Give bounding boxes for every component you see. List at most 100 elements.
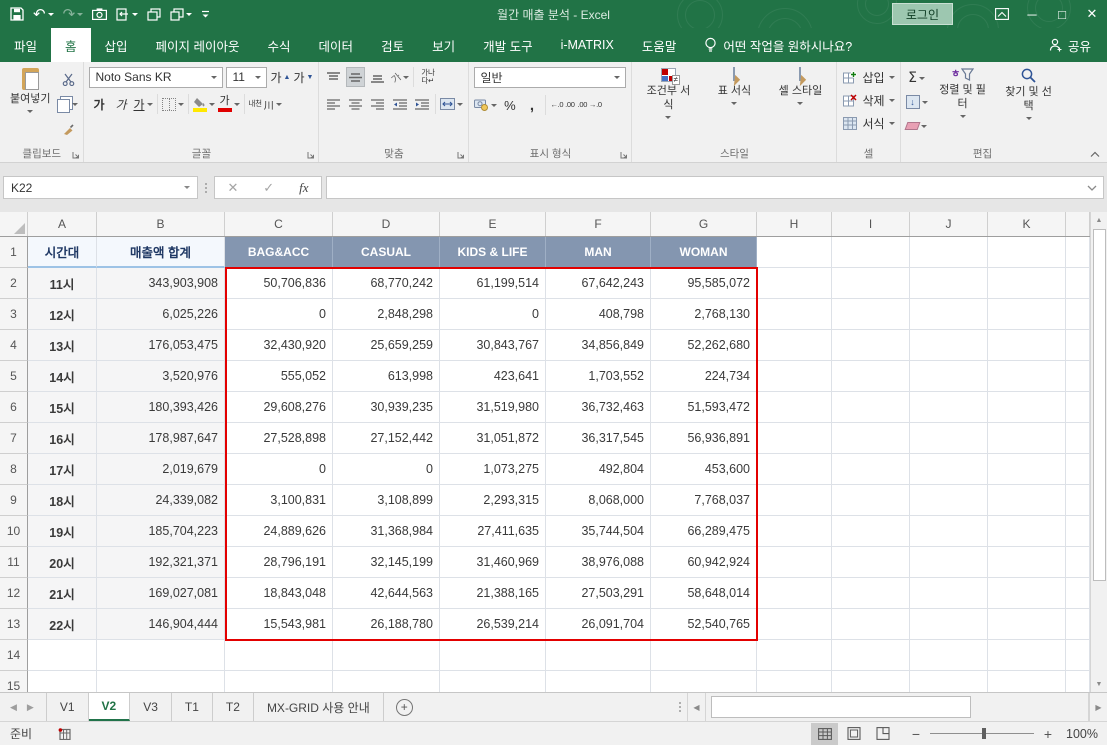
zoom-slider-thumb[interactable] — [982, 728, 986, 739]
column-header-B[interactable]: B — [97, 212, 225, 236]
cell-H4[interactable] — [757, 330, 832, 361]
merge-center-button[interactable] — [440, 94, 463, 114]
row-header-6[interactable]: 6 — [0, 392, 28, 423]
format-painter-button[interactable] — [59, 119, 78, 139]
cell-E7[interactable]: 31,051,872 — [440, 423, 546, 454]
cell-J13[interactable] — [910, 609, 988, 640]
copy-cells-button[interactable] — [147, 8, 161, 21]
align-bottom-button[interactable] — [368, 67, 387, 87]
cell-G12[interactable]: 58,648,014 — [651, 578, 757, 609]
scroll-up-arrow[interactable]: ▲ — [1091, 212, 1107, 228]
conditional-formatting-button[interactable]: ≠ 조건부 서식 — [637, 65, 699, 122]
cell-J2[interactable] — [910, 268, 988, 299]
cell-K4[interactable] — [988, 330, 1066, 361]
ribbon-tab-데이터[interactable]: 데이터 — [305, 28, 368, 62]
decrease-font-button[interactable]: 가▼ — [293, 67, 313, 87]
cell-G11[interactable]: 60,942,924 — [651, 547, 757, 578]
cell-H6[interactable] — [757, 392, 832, 423]
cell-H13[interactable] — [757, 609, 832, 640]
cell-C13[interactable]: 15,543,981 — [225, 609, 333, 640]
wrap-text-button[interactable]: 가나다↵ — [418, 67, 437, 87]
cell-F5[interactable]: 1,703,552 — [546, 361, 651, 392]
cell-B15[interactable] — [97, 671, 225, 692]
cell-A9[interactable]: 18시 — [28, 485, 97, 516]
ribbon-tab-보기[interactable]: 보기 — [418, 28, 469, 62]
cell-D12[interactable]: 42,644,563 — [333, 578, 440, 609]
cell-D10[interactable]: 31,368,984 — [333, 516, 440, 547]
redo-button[interactable]: ↷ — [63, 7, 84, 22]
cell-A11[interactable]: 20시 — [28, 547, 97, 578]
ribbon-tab-수식[interactable]: 수식 — [254, 28, 305, 62]
cell-B7[interactable]: 178,987,647 — [97, 423, 225, 454]
cell-G1[interactable]: WOMAN — [651, 237, 757, 268]
cell-B6[interactable]: 180,393,426 — [97, 392, 225, 423]
share-button[interactable]: 공유 — [1033, 28, 1107, 62]
scroll-right-arrow[interactable]: ▶ — [1089, 693, 1107, 721]
row-header-8[interactable]: 8 — [0, 454, 28, 485]
cell-I4[interactable] — [832, 330, 910, 361]
cell-G7[interactable]: 56,936,891 — [651, 423, 757, 454]
cell-J4[interactable] — [910, 330, 988, 361]
cell-H9[interactable] — [757, 485, 832, 516]
cell-H2[interactable] — [757, 268, 832, 299]
cell-C10[interactable]: 24,889,626 — [225, 516, 333, 547]
font-name-select[interactable]: Noto Sans KR — [89, 67, 223, 88]
cell-J11[interactable] — [910, 547, 988, 578]
sort-filter-button[interactable]: ㅎ 정렬 및 필터 — [932, 65, 994, 121]
cell-K10[interactable] — [988, 516, 1066, 547]
delete-cells-button[interactable]: 삭제 — [842, 91, 894, 109]
font-size-select[interactable]: 11 — [226, 67, 267, 88]
cell-F14[interactable] — [546, 640, 651, 671]
cell-K9[interactable] — [988, 485, 1066, 516]
cut-button[interactable] — [59, 69, 78, 89]
align-left-button[interactable] — [324, 94, 343, 114]
column-header-K[interactable]: K — [988, 212, 1066, 236]
cell-G4[interactable]: 52,262,680 — [651, 330, 757, 361]
zoom-out-button[interactable]: − — [910, 726, 922, 742]
number-format-select[interactable]: 일반 — [474, 67, 626, 88]
cell-F6[interactable]: 36,732,463 — [546, 392, 651, 423]
cell-C2[interactable]: 50,706,836 — [225, 268, 333, 299]
cell-I8[interactable] — [832, 454, 910, 485]
row-header-4[interactable]: 4 — [0, 330, 28, 361]
cell-F15[interactable] — [546, 671, 651, 692]
cell-K12[interactable] — [988, 578, 1066, 609]
cell-J15[interactable] — [910, 671, 988, 692]
cell-G14[interactable] — [651, 640, 757, 671]
cell-I10[interactable] — [832, 516, 910, 547]
cell-K5[interactable] — [988, 361, 1066, 392]
new-sheet-button[interactable]: + — [396, 699, 413, 716]
ribbon-display-options-button[interactable] — [987, 0, 1017, 28]
sheet-tab-V2[interactable]: V2 — [89, 693, 131, 721]
column-header-E[interactable]: E — [440, 212, 546, 236]
cell-G9[interactable]: 7,768,037 — [651, 485, 757, 516]
cell-F12[interactable]: 27,503,291 — [546, 578, 651, 609]
cell-J8[interactable] — [910, 454, 988, 485]
cell-C6[interactable]: 29,608,276 — [225, 392, 333, 423]
align-middle-button[interactable] — [346, 67, 365, 87]
login-button[interactable]: 로그인 — [892, 3, 953, 25]
cell-A7[interactable]: 16시 — [28, 423, 97, 454]
sheet-tab-T2[interactable]: T2 — [213, 693, 254, 721]
copy-button[interactable] — [59, 94, 78, 114]
column-header-A[interactable]: A — [28, 212, 97, 236]
cell-B11[interactable]: 192,321,371 — [97, 547, 225, 578]
cell-D6[interactable]: 30,939,235 — [333, 392, 440, 423]
macro-record-button[interactable] — [58, 728, 71, 740]
cell-B14[interactable] — [97, 640, 225, 671]
cell-K3[interactable] — [988, 299, 1066, 330]
horizontal-scrollbar[interactable] — [705, 693, 1089, 721]
vertical-scroll-thumb[interactable] — [1093, 229, 1106, 581]
cell-C5[interactable]: 555,052 — [225, 361, 333, 392]
undo-button[interactable]: ↶ — [33, 7, 54, 22]
scroll-down-arrow[interactable]: ▼ — [1091, 676, 1107, 692]
cell-E14[interactable] — [440, 640, 546, 671]
cell-A10[interactable]: 19시 — [28, 516, 97, 547]
underline-button[interactable]: 가 — [133, 94, 152, 114]
sheet-tab-V3[interactable]: V3 — [130, 693, 172, 721]
increase-indent-button[interactable] — [412, 94, 431, 114]
page-break-preview-button[interactable] — [869, 723, 896, 745]
paste-button[interactable]: 붙여넣기 — [5, 65, 55, 116]
cell-C7[interactable]: 27,528,898 — [225, 423, 333, 454]
cell-C4[interactable]: 32,430,920 — [225, 330, 333, 361]
